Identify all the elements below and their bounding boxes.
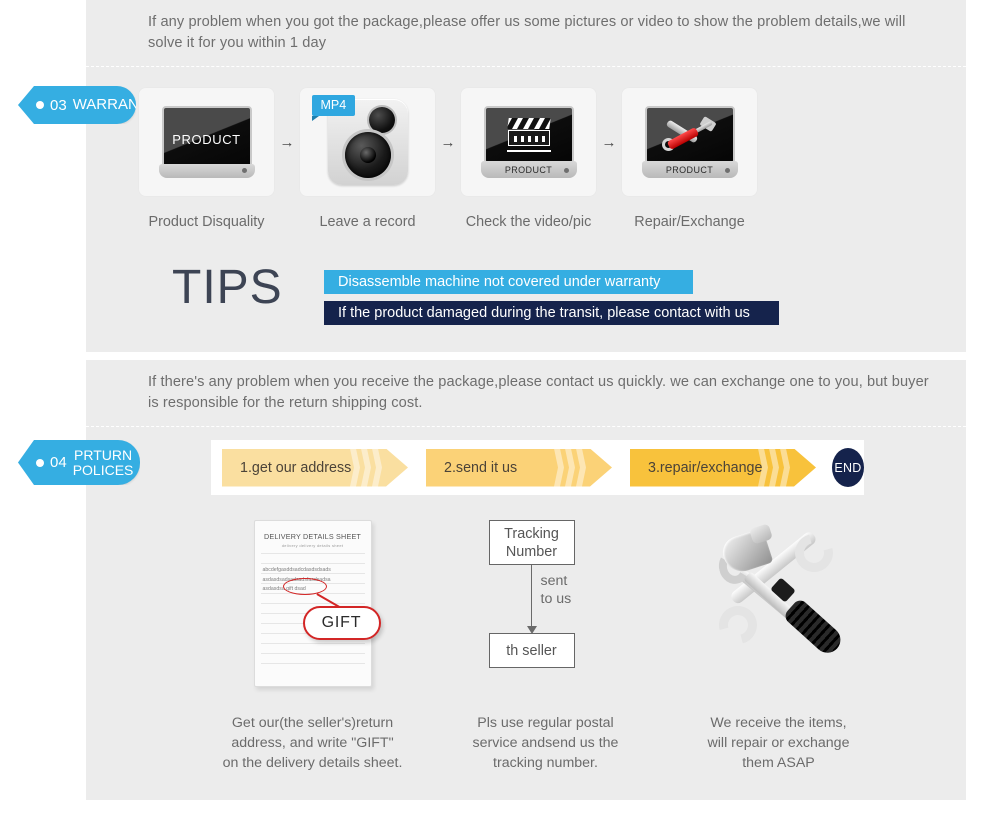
led-icon xyxy=(563,168,569,173)
flow-end-badge: END xyxy=(832,448,864,487)
flow-step-3[interactable]: 3.repair/exchange xyxy=(630,449,816,487)
tools-icon xyxy=(661,114,719,156)
sheet-subtitle: delivery delivery details sheet xyxy=(281,543,344,548)
tip-bar-warranty: Disassemble machine not covered under wa… xyxy=(324,270,693,294)
tip-bar-transit: If the product damaged during the transi… xyxy=(324,301,779,325)
monitor-screen xyxy=(483,106,574,164)
arrow-label: sent to us xyxy=(540,573,572,608)
chevron-ticks-icon xyxy=(554,449,588,487)
column-art: Tracking Number sent to us th seller xyxy=(429,520,662,705)
seller-box: th seller xyxy=(488,633,575,668)
tag-number: 04 xyxy=(50,454,67,471)
camera-icon: MP4 xyxy=(311,95,408,185)
mp4-badge: MP4 xyxy=(311,95,356,121)
warranty-step-4: PRODUCT Repair/Exchange xyxy=(622,88,757,230)
monitor-icon: PRODUCT xyxy=(480,106,577,178)
warranty-divider xyxy=(86,66,966,67)
monitor-icon: PRODUCT xyxy=(641,106,738,178)
step-label: Repair/Exchange xyxy=(634,214,745,230)
gift-callout-bubble: GIFT xyxy=(302,606,381,640)
step-label: Leave a record xyxy=(319,214,416,230)
step-card: PRODUCT xyxy=(139,88,274,196)
warranty-step-2: MP4 Leave a record xyxy=(300,88,435,230)
arrow-right-icon-3: → xyxy=(601,133,617,151)
monitor-screen: PRODUCT xyxy=(161,106,252,172)
clapper-top xyxy=(506,118,551,129)
sheet-title: DELIVERY DETAILS SHEET xyxy=(263,532,362,541)
monitor-base-text: PRODUCT xyxy=(504,164,553,175)
clapperboard-icon xyxy=(506,118,551,152)
gift-circle-highlight-icon xyxy=(282,578,327,595)
returns-detail-columns: DELIVERY DETAILS SHEET delivery delivery… xyxy=(196,520,896,773)
bullet-dot-icon xyxy=(36,101,44,109)
returns-column-1: DELIVERY DETAILS SHEET delivery delivery… xyxy=(196,520,429,773)
flow-step-label: 1.get our address xyxy=(240,459,352,476)
monitor-screen xyxy=(644,106,735,164)
column-caption: We receive the items, will repair or exc… xyxy=(707,715,850,772)
promo-page: If any problem when you got the package,… xyxy=(0,0,1000,813)
returns-column-2: Tracking Number sent to us th seller Pls… xyxy=(429,520,662,773)
step-label: Check the video/pic xyxy=(465,214,592,230)
arrow-right-icon-2: → xyxy=(440,133,456,151)
delivery-sheet-icon: DELIVERY DETAILS SHEET delivery delivery… xyxy=(253,520,381,687)
flow-step-2[interactable]: 2.send it us xyxy=(426,449,612,487)
flow-step-1[interactable]: 1.get our address xyxy=(222,449,408,487)
flow-step-label: 2.send it us xyxy=(444,459,518,476)
tag-label: PRTURN POLICES xyxy=(72,446,134,478)
tracking-flow-diagram: Tracking Number sent to us th seller xyxy=(461,520,631,680)
bullet-dot-icon xyxy=(36,458,44,467)
column-art: DELIVERY DETAILS SHEET delivery delivery… xyxy=(196,520,429,705)
step-card: MP4 xyxy=(300,88,435,196)
gift-bubble-text: GIFT xyxy=(321,614,362,631)
step-label: Product Disquality xyxy=(148,214,265,230)
step-card: PRODUCT xyxy=(461,88,596,196)
tag-label-line2: POLICES xyxy=(72,461,134,478)
warranty-step-3: PRODUCT Check the video/pic xyxy=(461,88,596,230)
chevron-ticks-icon xyxy=(350,449,384,487)
step-card: PRODUCT xyxy=(622,88,757,196)
tag-label-line1: PRTURN xyxy=(74,446,133,463)
tag-number: 03 xyxy=(50,96,67,114)
clapper-bar xyxy=(506,150,551,152)
section-tag-warranty[interactable]: 03 WARRANTY xyxy=(18,86,136,124)
camera-small-lens-icon xyxy=(368,107,395,133)
arrow-right-icon-1: → xyxy=(279,133,295,151)
returns-column-3: We receive the items, will repair or exc… xyxy=(662,520,895,773)
monitor-base: PRODUCT xyxy=(480,161,577,178)
arrow-down-icon xyxy=(527,565,536,634)
chevron-ticks-icon xyxy=(758,449,792,487)
hammer-wrench-screwdriver-icon xyxy=(699,520,859,670)
led-icon xyxy=(241,168,247,173)
returns-flow-strip: 1.get our address 2.send it us 3.repair/… xyxy=(211,440,864,495)
camera-main-lens-icon xyxy=(344,132,391,178)
column-caption: Pls use regular postal service andsend u… xyxy=(472,715,619,772)
clapper-body xyxy=(507,130,550,146)
monitor-base-text: PRODUCT xyxy=(665,164,714,175)
monitor-icon: PRODUCT xyxy=(158,106,255,178)
monitor-base xyxy=(158,164,255,178)
tracking-number-box: Tracking Number xyxy=(488,520,575,565)
flow-step-label: 3.repair/exchange xyxy=(648,459,763,476)
warranty-intro-text: If any problem when you got the package,… xyxy=(148,14,906,51)
section-tag-returns[interactable]: 04 PRTURN POLICES xyxy=(18,440,140,485)
returns-intro-text: If there's any problem when you receive … xyxy=(148,374,929,411)
led-icon xyxy=(724,168,730,173)
monitor-screen-text: PRODUCT xyxy=(172,131,241,147)
wrench-top-jaw-icon xyxy=(787,527,840,579)
screwdriver-handle-icon xyxy=(781,597,846,659)
monitor-base: PRODUCT xyxy=(641,161,738,178)
returns-divider xyxy=(86,426,966,427)
warranty-step-1: PRODUCT Product Disquality xyxy=(139,88,274,230)
column-caption: Get our(the seller's)return address, and… xyxy=(222,715,403,772)
warranty-steps: PRODUCT Product Disquality → MP4 Leave a… xyxy=(139,88,757,230)
tips-heading: TIPS xyxy=(172,261,283,314)
wrench-bottom-jaw-icon xyxy=(711,599,764,651)
column-art xyxy=(662,520,895,705)
